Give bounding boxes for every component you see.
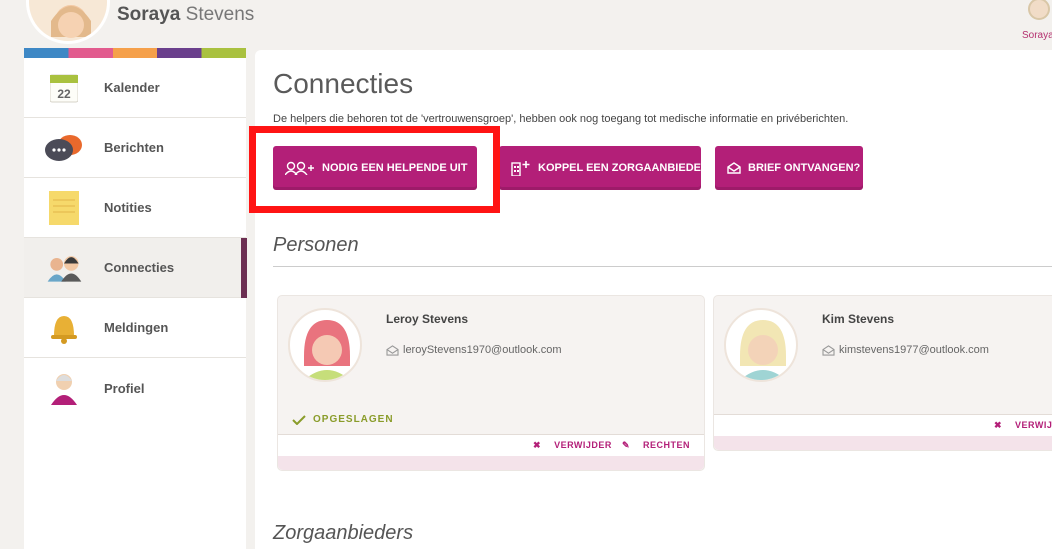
person-card: Kim Stevens kimstevens1977@outlook.com ✖… (713, 295, 1052, 451)
note-icon (44, 190, 84, 226)
link-provider-button[interactable]: KOPPEL EEN ZORGAANBIEDER (499, 146, 709, 190)
sidebar-item-berichten[interactable]: Berichten (24, 118, 246, 178)
building-plus-icon (511, 160, 531, 176)
person-avatar (724, 308, 798, 382)
sidebar-item-label: Notities (104, 200, 152, 215)
sidebar-item-notities[interactable]: Notities (24, 178, 246, 238)
chat-icon (44, 130, 84, 166)
card-actions: ✖ VERWIJDER ✎ RECHTEN (278, 434, 704, 456)
people-icon (44, 250, 84, 286)
remove-button[interactable]: ✖ VERWIJDER (533, 440, 612, 451)
remove-label: VERWIJDER (1015, 420, 1052, 430)
user-first-name: Soraya (117, 4, 181, 25)
corner-avatar[interactable] (1028, 0, 1050, 20)
rights-button[interactable]: ✎ RECHTEN (622, 440, 690, 451)
card-actions: ✖ VERWIJDER (714, 414, 1052, 436)
user-name: Soraya Stevens (117, 4, 254, 26)
sidebar-item-label: Kalender (104, 80, 160, 95)
sidebar-item-profiel[interactable]: Profiel (24, 358, 246, 418)
person-email[interactable]: kimstevens1977@outlook.com (822, 344, 989, 356)
sidebar: 22 Kalender Berichten Notities Connectie… (24, 48, 247, 549)
card-footer (714, 436, 1052, 450)
saved-status: OPGESLAGEN (292, 414, 394, 425)
page-description: De helpers die behoren tot de 'vertrouwe… (273, 113, 849, 125)
envelope-icon (386, 344, 399, 356)
person-name: Kim Stevens (822, 312, 895, 326)
sidebar-item-meldingen[interactable]: Meldingen (24, 298, 246, 358)
person-name: Leroy Stevens (386, 312, 469, 326)
envelope-icon (822, 344, 835, 356)
user-last-name: Stevens (180, 4, 255, 25)
receive-letter-button[interactable]: BRIEF ONTVANGEN? (715, 146, 863, 190)
person-email[interactable]: leroyStevens1970@outlook.com (386, 344, 562, 356)
bell-icon (44, 310, 84, 346)
invite-helper-label: NODIG EEN HELPENDE UIT (322, 162, 468, 174)
add-people-icon (285, 161, 315, 175)
check-icon (292, 414, 306, 425)
rights-label: RECHTEN (642, 440, 690, 450)
calendar-icon: 22 (44, 70, 84, 106)
calendar-date: 22 (57, 87, 71, 101)
section-title-providers: Zorgaanbieders (273, 522, 414, 544)
section-divider (273, 266, 1052, 267)
profile-icon (44, 370, 84, 406)
sidebar-item-label: Berichten (104, 140, 164, 155)
person-email-text: kimstevens1977@outlook.com (839, 344, 989, 356)
page-title: Connecties (273, 68, 414, 99)
sidebar-item-label: Profiel (104, 380, 145, 396)
user-avatar[interactable] (26, 0, 110, 44)
envelope-icon (727, 162, 741, 174)
section-title-persons: Personen (273, 234, 359, 256)
top-bar: Soraya Stevens Soraya (0, 0, 1052, 50)
receive-letter-label: BRIEF ONTVANGEN? (748, 162, 861, 174)
remove-label: VERWIJDER (554, 440, 612, 450)
card-footer (278, 456, 704, 470)
sidebar-item-connecties[interactable]: Connecties (24, 238, 247, 298)
link-provider-label: KOPPEL EEN ZORGAANBIEDER (538, 162, 709, 174)
remove-button[interactable]: ✖ VERWIJDER (994, 420, 1052, 431)
rainbow-stripe (24, 48, 246, 58)
person-card: Leroy Stevens leroyStevens1970@outlook.c… (277, 295, 705, 471)
saved-status-text: OPGESLAGEN (313, 414, 394, 425)
sidebar-item-label: Connecties (104, 260, 175, 275)
sidebar-item-kalender[interactable]: 22 Kalender (24, 58, 246, 118)
person-email-text: leroyStevens1970@outlook.com (403, 344, 562, 356)
person-avatar (288, 308, 362, 382)
main-content: Connecties De helpers die behoren tot de… (255, 50, 1052, 549)
invite-helper-button[interactable]: NODIG EEN HELPENDE UIT (273, 146, 477, 190)
corner-user-name[interactable]: Soraya (1022, 30, 1052, 41)
sidebar-item-label: Meldingen (104, 320, 169, 335)
